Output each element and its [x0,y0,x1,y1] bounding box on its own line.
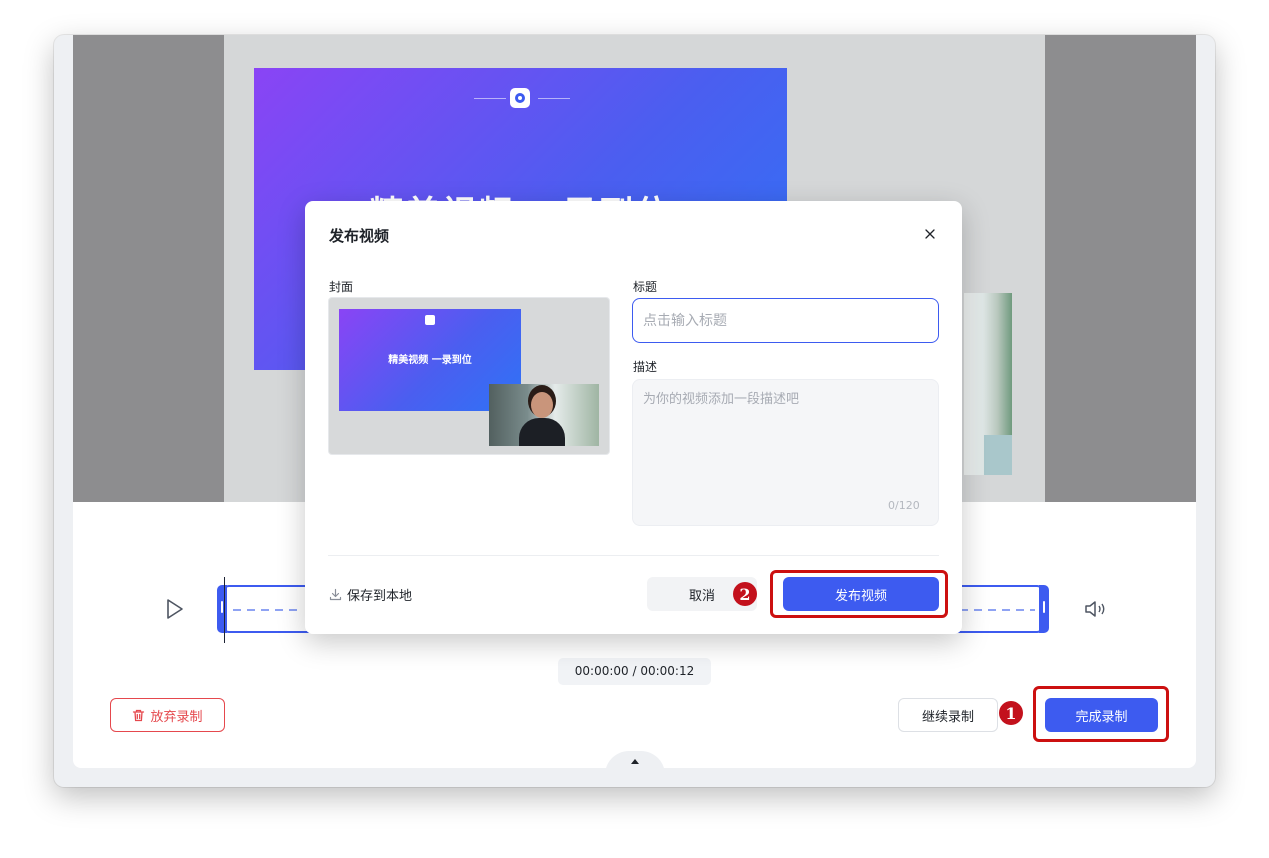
cover-webcam-thumbnail [489,384,599,446]
save-local-label: 保存到本地 [347,589,413,604]
play-icon[interactable] [165,598,185,620]
presenter-body [519,418,565,446]
discard-label: 放弃录制 [150,709,203,725]
title-input[interactable] [632,298,939,343]
cover-logo-icon [425,315,435,325]
playhead[interactable] [224,577,225,643]
volume-icon[interactable] [1084,598,1110,620]
close-button[interactable] [919,223,941,245]
presenter-head [531,392,553,418]
webcam-overlay [964,293,1012,475]
finish-recording-button[interactable]: 完成录制 [1045,698,1158,732]
time-current: 00:00:00 [574,664,629,678]
download-icon [329,588,342,601]
continue-recording-button[interactable]: 继续录制 [898,698,998,732]
save-to-local-button[interactable]: 保存到本地 [329,585,412,604]
trash-icon [133,709,145,721]
collapse-toggle[interactable] [605,751,665,768]
callout-badge-step1: 1 [999,701,1023,725]
title-label: 标题 [633,280,658,294]
callout-badge-step2: 2 [733,582,757,606]
trim-handle-end[interactable] [1039,585,1049,633]
char-counter: 0/120 [888,499,920,512]
dialog-title: 发布视频 [329,227,390,245]
app-logo-icon [510,88,530,108]
time-separator: / [628,664,641,678]
publish-video-dialog: 发布视频 封面 精美视频 一录到位 标题 描述 0/120 保存到本地 取消 发… [305,201,962,634]
publish-button[interactable]: 发布视频 [783,577,939,611]
logo-divider-left [474,98,506,99]
trim-handle-start[interactable] [217,585,227,633]
description-label: 描述 [633,360,658,374]
audio-waveform [233,609,303,611]
logo-divider-right [538,98,570,99]
discard-recording-button[interactable]: 放弃录制 [110,698,225,732]
audio-waveform-end [960,609,1035,611]
time-total: 00:00:12 [640,664,695,678]
cover-image[interactable]: 精美视频 一录到位 [328,297,610,455]
chevron-up-icon [631,759,639,764]
cover-label: 封面 [329,280,354,294]
close-icon [925,229,935,239]
time-display: 00:00:00 / 00:00:12 [558,658,711,685]
dialog-divider [328,555,939,556]
cover-slide-title: 精美视频 一录到位 [388,355,472,366]
